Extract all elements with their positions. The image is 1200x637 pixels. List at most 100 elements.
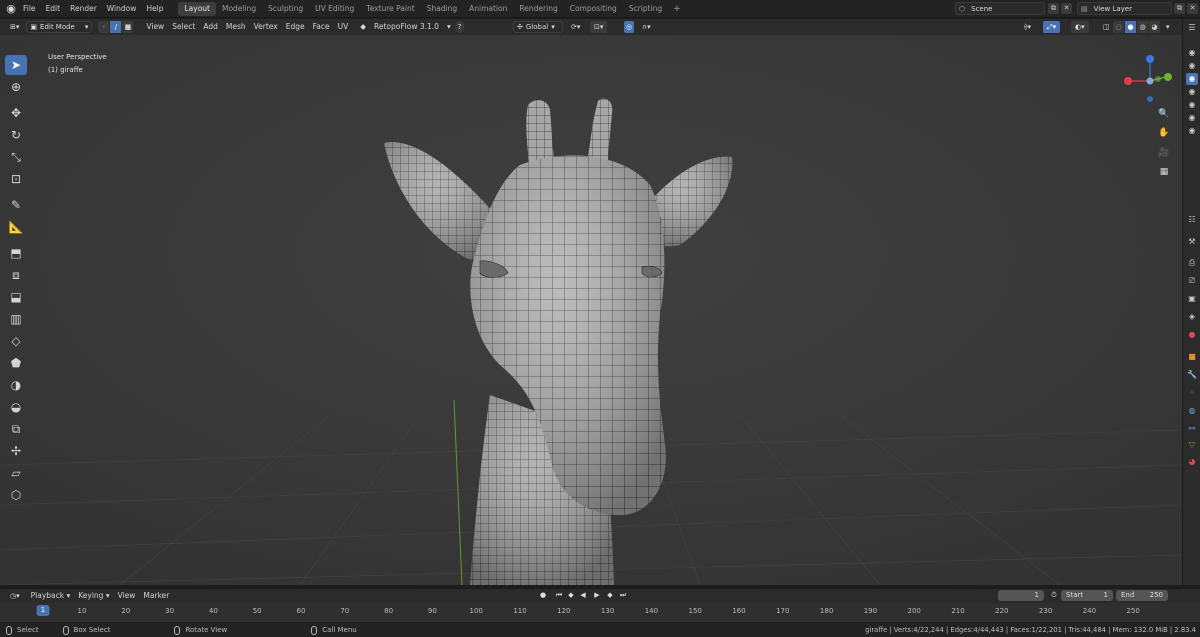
prev-keyframe-icon[interactable]: ◆	[566, 590, 576, 600]
clock-icon[interactable]: ⏱	[1049, 590, 1059, 600]
vertex-select-icon[interactable]: ·	[98, 21, 110, 33]
delete-scene-icon[interactable]: ✕	[1061, 3, 1072, 14]
rendered-shading-icon[interactable]: ◕	[1149, 21, 1160, 33]
output-properties-icon[interactable]: ⎚	[1186, 275, 1198, 287]
view-layer-selector[interactable]: ▤ View Layer	[1077, 2, 1172, 15]
visibility-eye-icon[interactable]: ◉	[1186, 125, 1198, 137]
annotate-tool-icon[interactable]: ✎	[5, 195, 27, 215]
tool-properties-icon[interactable]: ⚒	[1186, 236, 1198, 248]
menu-face[interactable]: Face	[309, 19, 334, 35]
transform-tool-icon[interactable]: ⊡	[5, 169, 27, 189]
new-view-layer-icon[interactable]: ⧉	[1174, 3, 1185, 14]
next-keyframe-icon[interactable]: ◆	[605, 590, 615, 600]
zoom-icon[interactable]: 🔍	[1157, 107, 1171, 121]
help-icon[interactable]: ?	[454, 21, 465, 33]
frame-cursor[interactable]: 1	[36, 605, 50, 616]
gizmo-y-axis[interactable]	[1164, 73, 1172, 81]
gizmo-z-axis[interactable]	[1146, 55, 1154, 63]
visibility-eye-icon[interactable]: ◉	[1186, 60, 1198, 72]
editor-type-icon[interactable]: ⊞▾	[6, 21, 23, 33]
spin-tool-icon[interactable]: ◑	[5, 375, 27, 395]
modifier-wrench-icon[interactable]: 🔧	[1186, 369, 1198, 381]
gizmo-visibility-icon[interactable]: ⟠▾	[1020, 21, 1035, 33]
shading-options-icon[interactable]: ▾	[1162, 21, 1174, 33]
mode-dropdown[interactable]: ▣ Edit Mode ▾	[26, 21, 93, 33]
scale-tool-icon[interactable]: ⤡	[5, 147, 27, 167]
menu-uv[interactable]: UV	[334, 19, 353, 35]
menu-add[interactable]: Add	[199, 19, 222, 35]
edge-slide-tool-icon[interactable]: ⧉	[5, 419, 27, 439]
menu-edge[interactable]: Edge	[282, 19, 309, 35]
mesh-data-icon[interactable]: ▽	[1186, 439, 1198, 451]
menu-render[interactable]: Render	[65, 0, 102, 18]
loop-cut-tool-icon[interactable]: ▥	[5, 309, 27, 329]
start-frame-field[interactable]: Start 1	[1061, 590, 1113, 601]
select-tool-icon[interactable]: ➤	[5, 55, 27, 75]
particles-icon[interactable]: ⁘	[1186, 387, 1198, 399]
shrink-fatten-tool-icon[interactable]: ✢	[5, 441, 27, 461]
menu-vertex[interactable]: Vertex	[250, 19, 282, 35]
knife-tool-icon[interactable]: ◇	[5, 331, 27, 351]
pivot-icon[interactable]: ⟳▾	[567, 21, 584, 33]
menu-window[interactable]: Window	[102, 0, 142, 18]
tab-layout[interactable]: Layout	[178, 1, 216, 16]
timeline-editor-icon[interactable]: ◷▾	[6, 590, 24, 602]
keying-menu[interactable]: Keying ▾	[74, 588, 113, 604]
gizmo-icon[interactable]: ⤢▾	[1043, 21, 1061, 33]
3d-viewport[interactable]: User Perspective (1) giraffe ➤ ⊕ ✥ ↻ ⤡ ⊡…	[0, 35, 1182, 585]
tab-modeling[interactable]: Modeling	[216, 2, 262, 16]
rip-tool-icon[interactable]: ⬡	[5, 485, 27, 505]
tab-compositing[interactable]: Compositing	[564, 2, 623, 16]
object-properties-icon[interactable]: ■	[1186, 351, 1198, 363]
visibility-eye-icon[interactable]: ◉	[1186, 99, 1198, 111]
blender-logo-icon[interactable]: ◉	[4, 2, 18, 16]
shear-tool-icon[interactable]: ▱	[5, 463, 27, 483]
scene-properties-icon[interactable]: ◈	[1186, 311, 1198, 323]
navigation-gizmo[interactable]	[1120, 55, 1180, 135]
current-frame-field[interactable]: 1	[998, 590, 1044, 601]
measure-tool-icon[interactable]: 📐	[5, 217, 27, 237]
jump-start-icon[interactable]: ⏮	[554, 590, 564, 600]
visibility-eye-icon[interactable]: ◉	[1186, 73, 1198, 85]
wireframe-shading-icon[interactable]: ◌	[1113, 21, 1124, 33]
play-reverse-icon[interactable]: ◀	[578, 590, 588, 600]
timeline-ruler[interactable]: 1 10 20 30 40 50 60 70 80 90 100 110 120 130 140 150 16…	[0, 603, 1200, 622]
constraints-icon[interactable]: ⚯	[1186, 423, 1198, 435]
move-tool-icon[interactable]: ✥	[5, 103, 27, 123]
jump-end-icon[interactable]: ⏭	[618, 590, 628, 600]
solid-shading-icon[interactable]: ●	[1125, 21, 1136, 33]
tab-sculpting[interactable]: Sculpting	[262, 2, 309, 16]
gizmo-x-axis[interactable]	[1124, 77, 1132, 85]
edge-select-icon[interactable]: /	[110, 21, 122, 33]
menu-edit[interactable]: Edit	[41, 0, 66, 18]
retopoflow-menu[interactable]: RetopoFlow 3.1.0	[370, 19, 443, 35]
tab-shading[interactable]: Shading	[421, 2, 463, 16]
cursor-tool-icon[interactable]: ⊕	[5, 77, 27, 97]
scene-selector[interactable]: ⬡ Scene	[955, 2, 1045, 15]
pan-hand-icon[interactable]: ✋	[1157, 126, 1171, 140]
tab-uv-editing[interactable]: UV Editing	[309, 2, 360, 16]
timeline-view-menu[interactable]: View	[114, 588, 140, 604]
physics-icon[interactable]: ◍	[1186, 405, 1198, 417]
menu-file[interactable]: File	[18, 0, 41, 18]
proportional-edit-icon[interactable]: ◎	[624, 21, 635, 33]
marker-menu[interactable]: Marker	[139, 588, 173, 604]
delete-view-layer-icon[interactable]: ✕	[1187, 3, 1198, 14]
snap-icon[interactable]: ⊡▾	[590, 21, 608, 33]
smooth-tool-icon[interactable]: ◒	[5, 397, 27, 417]
tab-rendering[interactable]: Rendering	[513, 2, 563, 16]
menu-select[interactable]: Select	[168, 19, 199, 35]
material-shading-icon[interactable]: ◍	[1137, 21, 1148, 33]
overlays-icon[interactable]: ◐▾	[1071, 21, 1089, 33]
visibility-eye-icon[interactable]: ◉	[1186, 112, 1198, 124]
properties-toggle-icon[interactable]: ☷	[1186, 214, 1198, 226]
add-workspace-button[interactable]: +	[668, 4, 686, 14]
extrude-tool-icon[interactable]: ⬒	[5, 243, 27, 263]
perspective-grid-icon[interactable]: ▦	[1157, 165, 1171, 179]
visibility-eye-icon[interactable]: ◉	[1186, 86, 1198, 98]
face-select-icon[interactable]: ■	[122, 21, 134, 33]
xray-icon[interactable]: ◫	[1099, 21, 1114, 33]
material-icon[interactable]: ◕	[1186, 456, 1198, 468]
falloff-icon[interactable]: ∩▾	[638, 21, 655, 33]
world-properties-icon[interactable]: ●	[1186, 329, 1198, 341]
